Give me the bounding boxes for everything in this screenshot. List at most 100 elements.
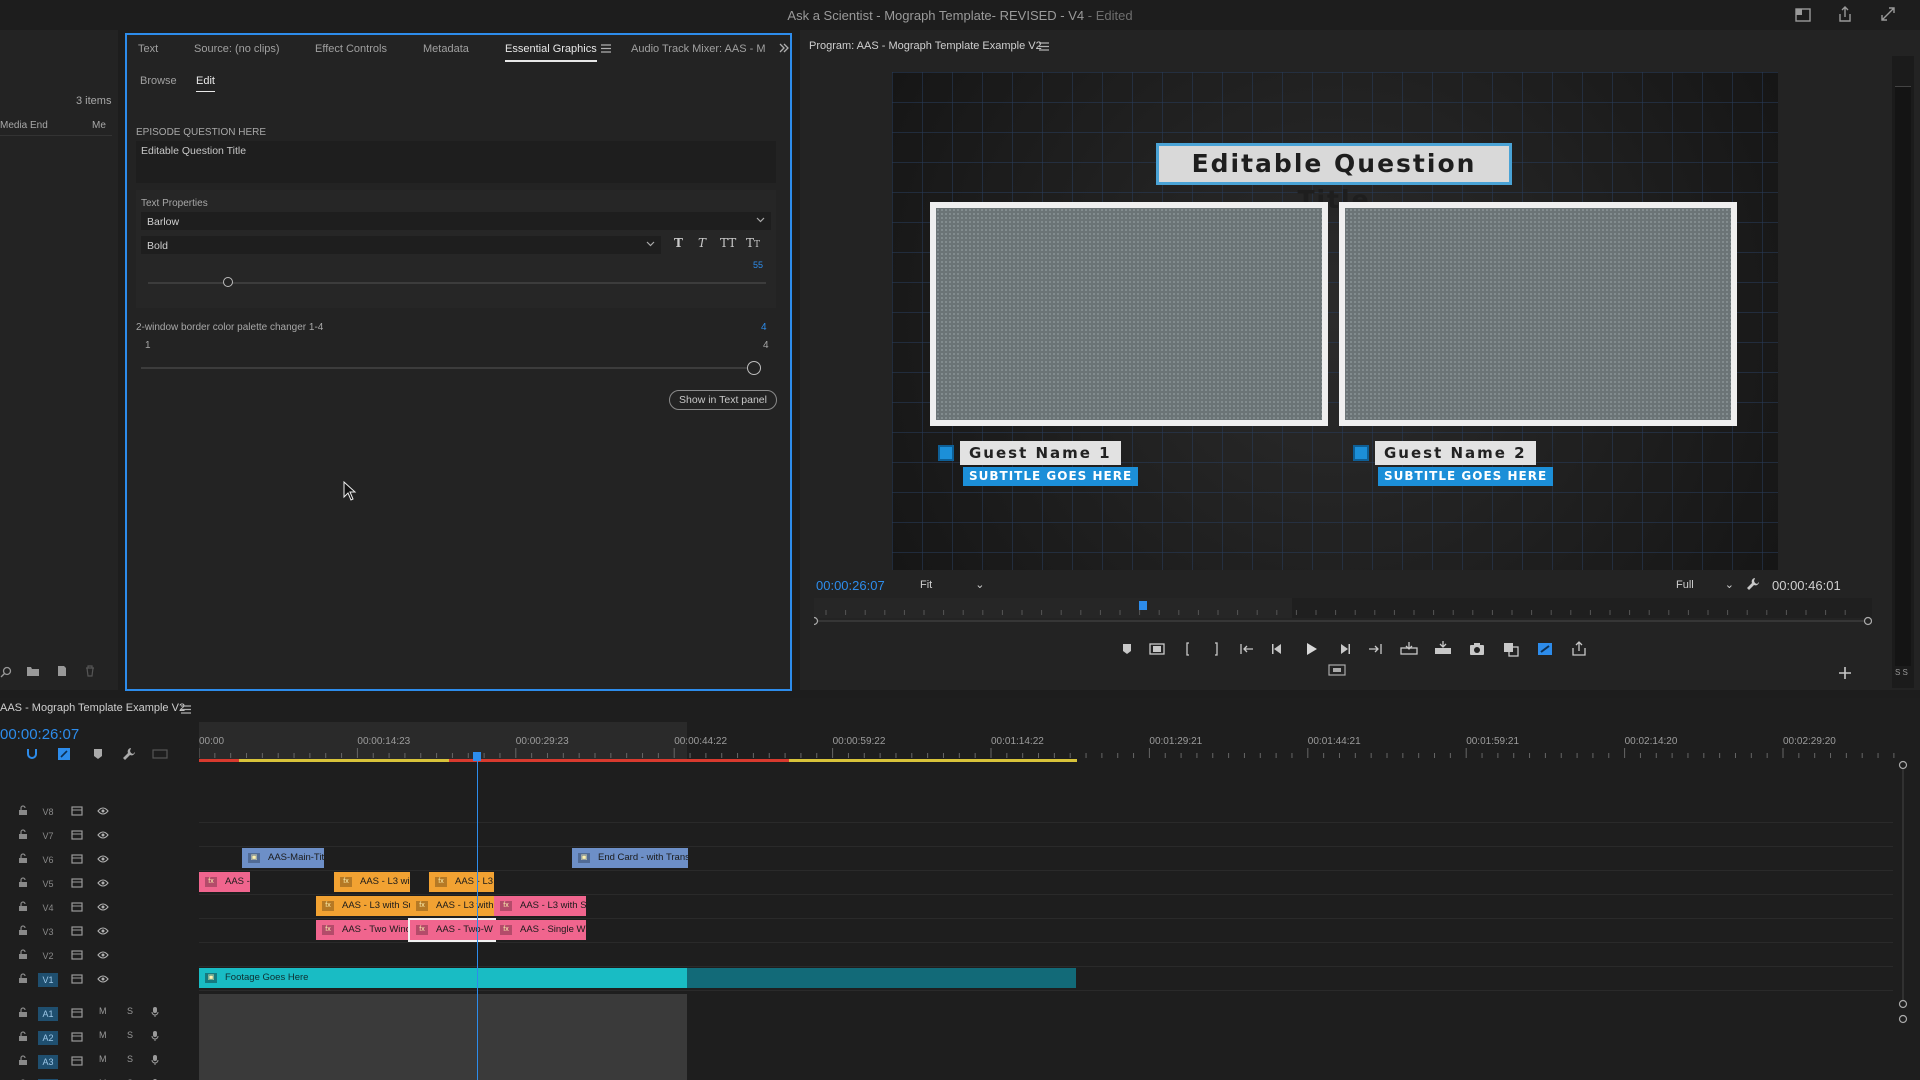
track-name[interactable]: V3	[38, 925, 58, 939]
eye-icon[interactable]	[97, 903, 109, 911]
resolution-dropdown[interactable]: Full ⌄	[1676, 578, 1734, 591]
palette-changer-value[interactable]: 4	[761, 322, 767, 333]
track-name[interactable]: A2	[38, 1031, 58, 1045]
trash-icon[interactable]	[84, 665, 96, 677]
clip-aas-v3-c[interactable]: fx AAS - Single Wi	[494, 920, 586, 940]
tab-metadata[interactable]: Metadata	[423, 43, 469, 55]
tab-audio-track-mixer[interactable]: Audio Track Mixer: AAS - M	[631, 43, 765, 55]
eye-icon[interactable]	[97, 975, 109, 983]
faux-italic-icon[interactable]: T	[698, 236, 706, 250]
lock-icon[interactable]	[18, 829, 28, 840]
small-caps-icon[interactable]: TT	[746, 236, 760, 250]
workspaces-icon[interactable]	[1794, 6, 1812, 24]
vr-toggle-icon[interactable]	[1328, 664, 1346, 676]
lock-icon[interactable]	[18, 1007, 28, 1018]
track-name[interactable]: V1	[38, 973, 58, 987]
mini-playhead[interactable]	[1139, 601, 1147, 610]
col-media-end[interactable]: Media End	[0, 120, 48, 131]
track-name[interactable]: V5	[38, 877, 58, 891]
toggle-sync-lock-icon[interactable]	[71, 878, 83, 888]
sequence-tab-title[interactable]: AAS - Mograph Template Example V2	[0, 702, 185, 714]
snap-icon[interactable]	[26, 748, 38, 760]
track-name[interactable]: V8	[38, 805, 58, 819]
timeline-settings-wrench-icon[interactable]	[122, 747, 136, 761]
panel-menu-icon[interactable]	[181, 705, 191, 714]
safe-margins-icon[interactable]	[1146, 638, 1168, 660]
col-me[interactable]: Me	[92, 120, 106, 131]
mute-button[interactable]: M	[99, 1006, 107, 1016]
add-marker-icon[interactable]	[92, 747, 104, 761]
new-bin-icon[interactable]	[26, 665, 40, 677]
solo-button[interactable]: S	[127, 1030, 133, 1040]
mute-button[interactable]: M	[99, 1054, 107, 1064]
timeline-current-timecode[interactable]: 00:00:26:07	[0, 726, 79, 743]
toggle-proxies-icon[interactable]	[1534, 638, 1556, 660]
eye-icon[interactable]	[97, 807, 109, 815]
toggle-sync-lock-icon[interactable]	[71, 926, 83, 936]
captions-icon[interactable]	[152, 749, 168, 759]
palette-slider-knob[interactable]	[747, 361, 761, 375]
lock-icon[interactable]	[18, 805, 28, 816]
track-name[interactable]: V4	[38, 901, 58, 915]
subtab-edit[interactable]: Edit	[196, 75, 215, 92]
timeline-vertical-scrollbar[interactable]	[1898, 758, 1908, 1058]
font-family-dropdown[interactable]: Barlow	[141, 212, 771, 230]
program-current-timecode[interactable]: 00:00:26:07	[816, 578, 885, 593]
toggle-sync-lock-icon[interactable]	[71, 950, 83, 960]
program-mini-timeline[interactable]	[814, 598, 1872, 626]
search-icon[interactable]	[0, 666, 12, 678]
mark-out-icon[interactable]	[1206, 638, 1228, 660]
lock-icon[interactable]	[18, 1031, 28, 1042]
eye-icon[interactable]	[97, 879, 109, 887]
insert-icon[interactable]	[1398, 638, 1420, 660]
lock-icon[interactable]	[18, 901, 28, 912]
clip-footage-extension[interactable]	[687, 968, 1076, 988]
microphone-icon[interactable]	[151, 1006, 159, 1018]
font-size-value[interactable]: 55	[753, 260, 763, 270]
go-to-in-icon[interactable]	[1236, 638, 1258, 660]
lock-icon[interactable]	[18, 973, 28, 984]
font-size-slider-track[interactable]	[148, 282, 766, 284]
lock-icon[interactable]	[18, 853, 28, 864]
audio-meter-solo-icon[interactable]: S S	[1895, 668, 1908, 677]
toggle-sync-lock-icon[interactable]	[71, 974, 83, 984]
wrench-icon[interactable]	[1746, 577, 1760, 591]
track-name[interactable]: A1	[38, 1007, 58, 1021]
new-item-icon[interactable]	[56, 665, 68, 677]
track-name[interactable]: V6	[38, 853, 58, 867]
tab-source[interactable]: Source: (no clips)	[194, 43, 280, 55]
clip-footage[interactable]: ▣ Footage Goes Here	[199, 968, 687, 988]
add-marker-icon[interactable]	[1116, 638, 1138, 660]
lock-icon[interactable]	[18, 877, 28, 888]
eye-icon[interactable]	[97, 951, 109, 959]
panel-menu-icon[interactable]	[601, 44, 611, 53]
button-editor-plus-icon[interactable]	[1838, 666, 1852, 680]
font-style-dropdown[interactable]: Bold	[141, 236, 661, 254]
eye-icon[interactable]	[97, 927, 109, 935]
panel-menu-icon[interactable]	[1039, 42, 1049, 51]
more-tabs-icon[interactable]	[779, 43, 789, 53]
toggle-sync-lock-icon[interactable]	[71, 1008, 83, 1018]
overwrite-icon[interactable]	[1432, 638, 1454, 660]
mark-in-icon[interactable]	[1176, 638, 1198, 660]
toggle-sync-lock-icon[interactable]	[71, 830, 83, 840]
linked-selection-icon[interactable]	[57, 747, 71, 761]
track-name[interactable]: V7	[38, 829, 58, 843]
clip-aas-v4-b[interactable]: fx AAS - L3 with	[410, 896, 494, 916]
clip-aas-v5-a[interactable]: fx AAS -	[199, 872, 250, 892]
fullscreen-icon[interactable]	[1880, 6, 1896, 22]
share-icon[interactable]	[1836, 5, 1854, 23]
question-text-field[interactable]: Editable Question Title	[136, 141, 776, 183]
solo-button[interactable]: S	[127, 1054, 133, 1064]
tab-text[interactable]: Text	[138, 43, 158, 55]
show-in-text-panel-button[interactable]: Show in Text panel	[669, 390, 777, 410]
subtab-browse[interactable]: Browse	[140, 75, 177, 87]
play-icon[interactable]	[1300, 638, 1322, 660]
clip-aas-v5-b[interactable]: fx AAS - L3 wi	[334, 872, 410, 892]
playhead-line[interactable]	[477, 754, 478, 1080]
toggle-sync-lock-icon[interactable]	[71, 806, 83, 816]
palette-slider-track[interactable]	[141, 367, 761, 369]
export-icon[interactable]	[1568, 638, 1590, 660]
font-size-slider-knob[interactable]	[223, 277, 234, 287]
solo-button[interactable]: S	[127, 1006, 133, 1016]
